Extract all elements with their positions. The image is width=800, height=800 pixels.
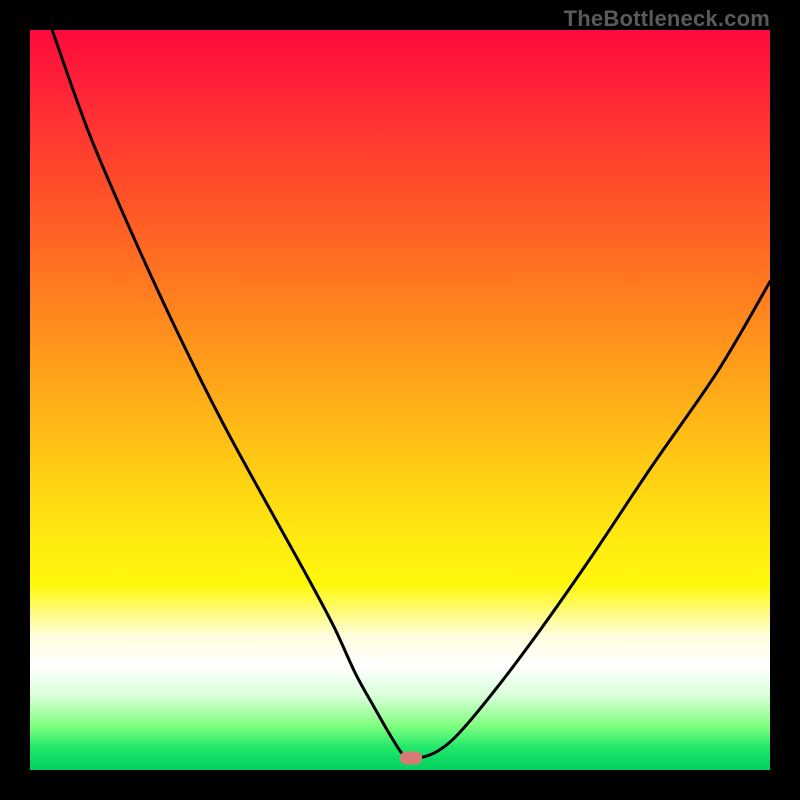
bottleneck-curve bbox=[30, 30, 770, 770]
min-marker bbox=[400, 752, 422, 765]
watermark-text: TheBottleneck.com bbox=[564, 6, 770, 32]
plot-area bbox=[30, 30, 770, 770]
chart-container: TheBottleneck.com bbox=[0, 0, 800, 800]
